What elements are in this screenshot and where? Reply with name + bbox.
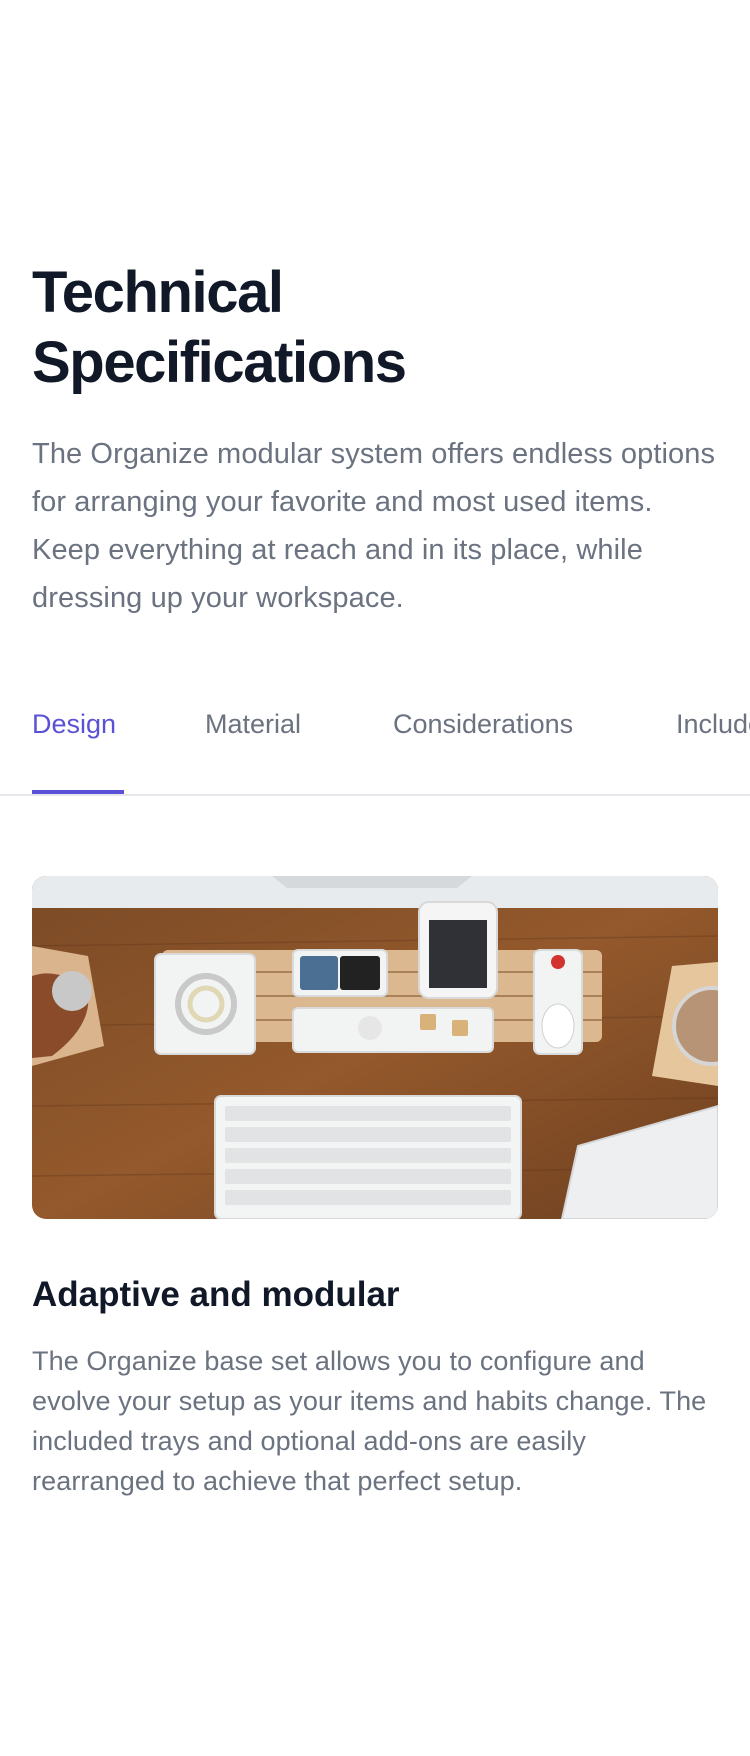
feature-title: Adaptive and modular xyxy=(32,1275,400,1314)
page-title-line-1: Technical xyxy=(32,260,284,325)
tab-material[interactable]: Material xyxy=(205,706,301,742)
page-description: The Organize modular system offers endle… xyxy=(32,438,716,614)
tab-bar: Design Material Considerations Included xyxy=(0,676,750,796)
tab-considerations[interactable]: Considerations xyxy=(393,706,573,742)
technical-specifications-page: Technical Specifications The Organize mo… xyxy=(0,0,750,1756)
specs-header: Technical Specifications The Organize mo… xyxy=(32,258,722,622)
desk-organizer-illustration xyxy=(32,876,718,1219)
tab-included[interactable]: Included xyxy=(676,706,750,742)
tab-design[interactable]: Design xyxy=(32,706,116,742)
page-title-line-2: Specifications xyxy=(32,330,407,395)
desk-organizer-image xyxy=(32,876,718,1219)
page-title: Technical Specifications xyxy=(32,258,722,398)
feature-description: The Organize base set allows you to conf… xyxy=(32,1346,707,1496)
active-tab-indicator xyxy=(32,790,124,794)
